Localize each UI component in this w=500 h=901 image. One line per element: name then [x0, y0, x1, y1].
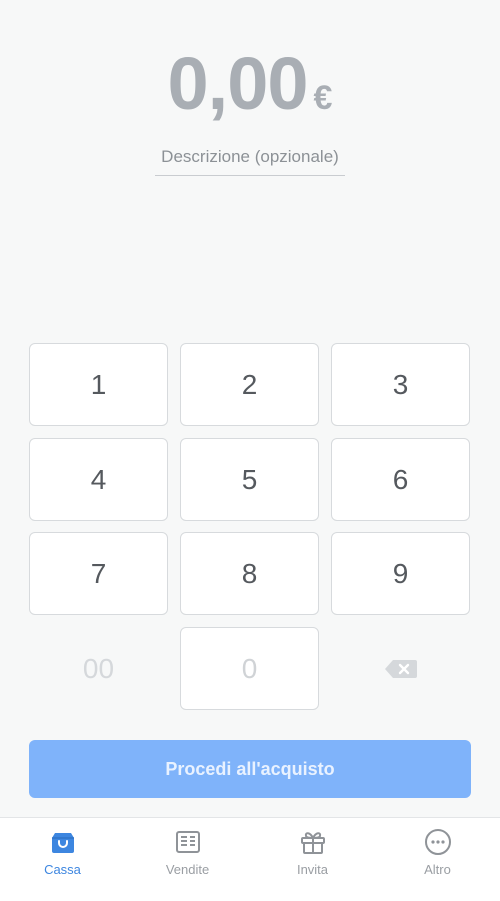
key-8[interactable]: 8: [180, 532, 319, 615]
tab-label-cassa: Cassa: [44, 862, 81, 877]
tab-label-invita: Invita: [296, 862, 329, 877]
key-2[interactable]: 2: [180, 343, 319, 426]
amount-value: 0,00: [167, 42, 309, 125]
tab-bar: Cassa Vendite Invita Altro: [0, 817, 500, 901]
key-7[interactable]: 7: [29, 532, 168, 615]
tab-altro[interactable]: Altro: [375, 818, 500, 901]
receipt-icon: [174, 828, 202, 856]
backspace-icon: [384, 659, 417, 678]
key-9[interactable]: 9: [331, 532, 470, 615]
key-5[interactable]: 5: [180, 438, 319, 521]
tab-label-altro: Altro: [424, 862, 451, 877]
key-3[interactable]: 3: [331, 343, 470, 426]
tab-cassa[interactable]: Cassa: [0, 818, 125, 901]
key-4[interactable]: 4: [29, 438, 168, 521]
tab-vendite[interactable]: Vendite: [125, 818, 250, 901]
proceed-button[interactable]: Procedi all'acquisto: [29, 740, 471, 798]
currency-symbol: €: [313, 79, 333, 117]
bag-icon: [49, 828, 77, 856]
gift-icon: [299, 828, 327, 856]
amount-display: 0,00 €: [0, 44, 500, 124]
key-0[interactable]: 0: [180, 627, 319, 710]
key-6[interactable]: 6: [331, 438, 470, 521]
key-00[interactable]: 00: [29, 627, 168, 710]
more-icon: [424, 828, 452, 856]
tab-invita[interactable]: Invita: [250, 818, 375, 901]
key-1[interactable]: 1: [29, 343, 168, 426]
backspace-button[interactable]: [331, 627, 470, 710]
tab-label-vendite: Vendite: [165, 862, 210, 877]
description-input[interactable]: [155, 145, 345, 176]
